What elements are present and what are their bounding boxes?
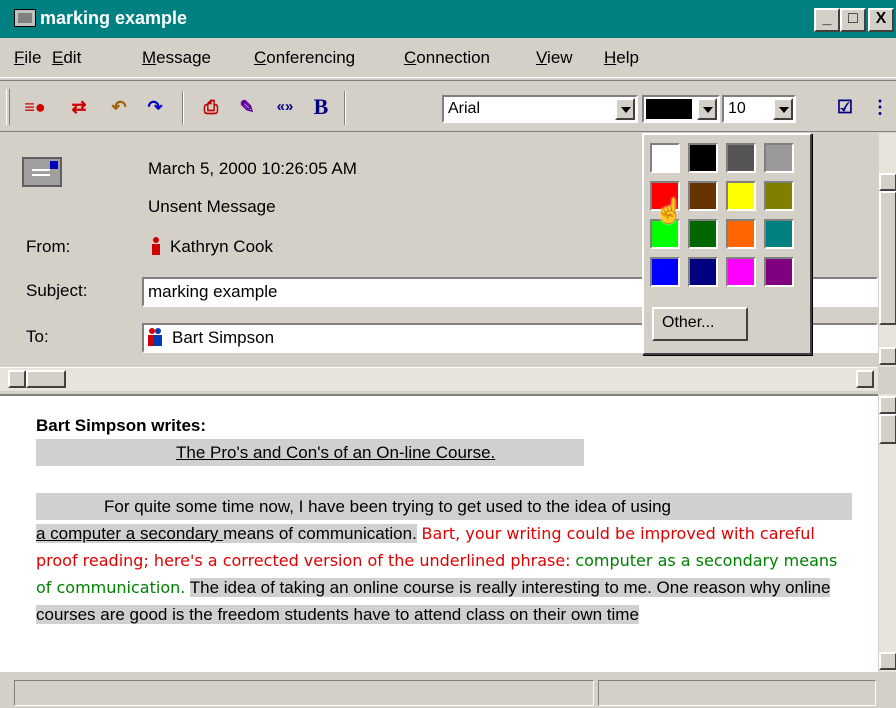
- color-preview: [646, 99, 692, 119]
- color-swatch-olive[interactable]: [764, 181, 794, 211]
- app-icon[interactable]: [14, 9, 36, 27]
- to-label: To:: [26, 327, 49, 346]
- status-panel-secondary: [598, 680, 876, 706]
- from-name: Kathryn Cook: [170, 237, 273, 256]
- paragraph-1: For quite some time now, I have been try…: [36, 493, 852, 520]
- color-swatch-black[interactable]: [688, 143, 718, 173]
- color-swatch-orange[interactable]: [726, 219, 756, 249]
- toolbar-separator: [182, 91, 184, 125]
- from-value: Kathryn Cook: [152, 237, 273, 257]
- scroll-left-button[interactable]: [8, 370, 26, 388]
- color-swatch-dark-gray[interactable]: [726, 143, 756, 173]
- menu-conferencing[interactable]: Conferencing: [254, 48, 355, 68]
- message-date: March 5, 2000 10:26:05 AM: [148, 159, 357, 178]
- menu-help[interactable]: Help: [604, 48, 639, 68]
- toolbar-grip[interactable]: [6, 89, 10, 125]
- subject-label: Subject:: [26, 281, 88, 300]
- color-swatch-purple[interactable]: [764, 257, 794, 287]
- minimize-button[interactable]: _: [814, 8, 840, 32]
- color-swatch-green[interactable]: [688, 219, 718, 249]
- envelope-icon: [22, 157, 62, 187]
- other-color-button[interactable]: Other...: [652, 307, 748, 341]
- person-icon: [154, 328, 162, 346]
- toolbar-separator: [344, 91, 346, 125]
- size-select[interactable]: 10: [722, 95, 796, 123]
- window-title: marking example: [40, 8, 188, 28]
- color-select[interactable]: [642, 95, 720, 123]
- menu-message[interactable]: Message: [142, 48, 211, 68]
- status-bar: [0, 676, 896, 708]
- send-receive-icon[interactable]: ⇄: [64, 94, 94, 122]
- color-swatch-navy[interactable]: [688, 257, 718, 287]
- scroll-down-button[interactable]: [879, 347, 896, 365]
- paragraph-1-rest: means of communication.: [223, 524, 417, 543]
- spellcheck-icon[interactable]: ☑: [830, 94, 860, 122]
- person-icon: [152, 237, 160, 255]
- color-swatch-white[interactable]: [650, 143, 680, 173]
- hscroll-thumb[interactable]: [26, 370, 66, 388]
- scroll-down-button[interactable]: [879, 652, 896, 670]
- more-icon[interactable]: ⋮: [866, 94, 894, 122]
- title-bar: marking example _ □ X: [0, 0, 896, 38]
- toolbar: ≡● ⇄ ↶ ↷ ⎙ ✎ «» B Arial 10 ☑ ⋮: [0, 80, 896, 132]
- chevron-down-icon[interactable]: [615, 98, 635, 120]
- scroll-right-button[interactable]: [856, 370, 874, 388]
- status-panel-main: [14, 680, 594, 706]
- scroll-thumb[interactable]: [879, 414, 896, 444]
- maximize-button[interactable]: □: [840, 8, 866, 32]
- close-button[interactable]: X: [868, 8, 894, 32]
- forward-icon[interactable]: ↷: [140, 94, 170, 122]
- header-scrollbar[interactable]: [878, 133, 896, 367]
- color-swatch-teal[interactable]: [764, 219, 794, 249]
- scroll-up-button[interactable]: [879, 396, 896, 414]
- menu-connection[interactable]: Connection: [404, 48, 490, 68]
- bold-icon[interactable]: B: [306, 94, 336, 122]
- menu-file[interactable]: File: [14, 48, 41, 68]
- menu-view[interactable]: View: [536, 48, 573, 68]
- font-select-value: Arial: [448, 100, 481, 117]
- color-swatch-brown[interactable]: [688, 181, 718, 211]
- menu-edit[interactable]: Edit: [52, 48, 81, 68]
- color-swatch-blue[interactable]: [650, 257, 680, 287]
- from-label: From:: [26, 237, 71, 256]
- reply-icon[interactable]: ↶: [104, 94, 134, 122]
- font-select[interactable]: Arial: [442, 95, 638, 123]
- print-icon[interactable]: ⎙: [196, 94, 226, 122]
- color-swatch-yellow[interactable]: [726, 181, 756, 211]
- quote-icon[interactable]: «»: [270, 94, 300, 122]
- size-select-value: 10: [728, 100, 746, 117]
- message-body-text: Bart Simpson writes: The Pro's and Con's…: [36, 412, 856, 628]
- header-hscrollbar[interactable]: [0, 367, 878, 391]
- chevron-down-icon[interactable]: [773, 98, 793, 120]
- chevron-down-icon[interactable]: [697, 98, 717, 120]
- body-scrollbar[interactable]: [878, 394, 896, 672]
- send-icon[interactable]: ≡●: [20, 94, 50, 122]
- hand-cursor-icon: ☝: [654, 198, 684, 225]
- color-swatch-gray[interactable]: [764, 143, 794, 173]
- essay-heading: The Pro's and Con's of an On-line Course…: [36, 439, 584, 466]
- writes-line: Bart Simpson writes:: [36, 416, 207, 435]
- message-body[interactable]: Bart Simpson writes: The Pro's and Con's…: [0, 394, 878, 672]
- color-picker-popup: Other... ☝: [642, 133, 812, 355]
- menu-bar: File Edit Message Conferencing Connectio…: [0, 38, 896, 78]
- color-swatch-magenta[interactable]: [726, 257, 756, 287]
- underlined-phrase: a computer a secondary: [36, 524, 224, 543]
- attach-icon[interactable]: ✎: [232, 94, 262, 122]
- scroll-up-button[interactable]: [879, 173, 896, 191]
- message-status: Unsent Message: [148, 197, 276, 216]
- to-name: Bart Simpson: [172, 328, 275, 347]
- scroll-thumb[interactable]: [879, 191, 896, 325]
